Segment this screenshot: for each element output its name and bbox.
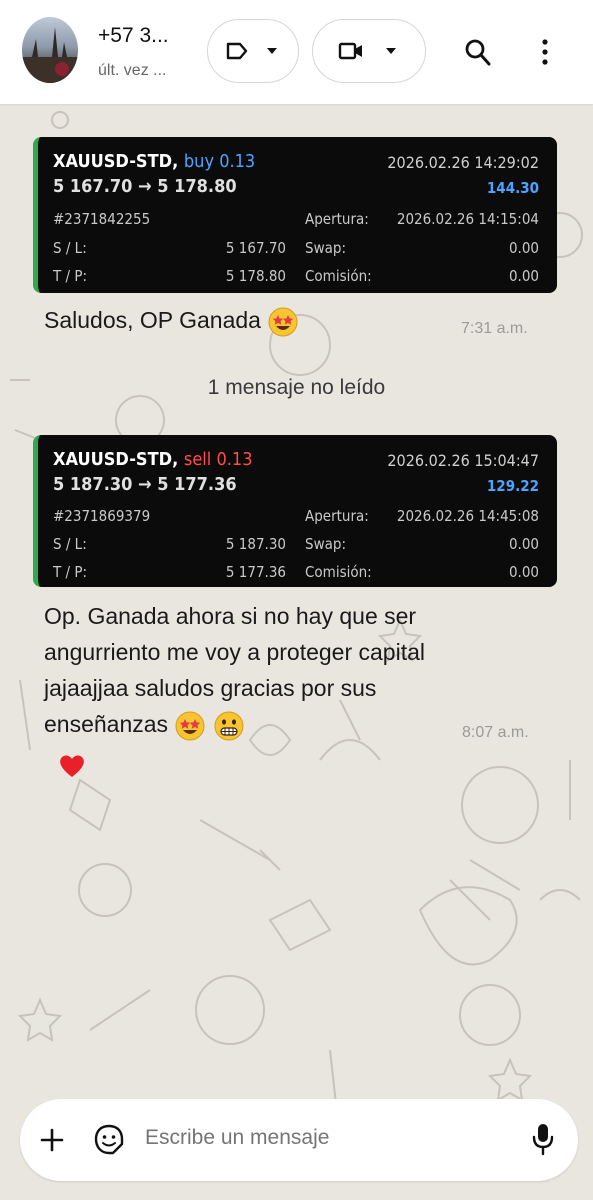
tp-label: T / P:	[53, 267, 88, 285]
trade-direction: sell 0.13	[183, 449, 253, 470]
unread-divider: 1 mensaje no leído	[207, 376, 386, 399]
star-struck-emoji	[175, 711, 205, 741]
sticker-icon[interactable]	[93, 1123, 125, 1157]
swap-value: 0.00	[508, 535, 539, 553]
symbol-text: XAUUSD-STD,	[53, 449, 179, 470]
contact-last-seen: últ. vez ...	[98, 62, 167, 79]
sl-label: S / L:	[53, 239, 87, 257]
chevron-down-icon	[267, 48, 277, 54]
label-icon	[226, 42, 248, 60]
message-line: Op. Ganada ahora si no hay que ser	[44, 603, 417, 629]
trade-screenshot-card[interactable]: XAUUSD-STD, sell 0.13 5 187.30 → 5 177.3…	[33, 435, 557, 587]
commission-label: Comisión:	[305, 563, 372, 581]
tp-value: 5 178.80	[225, 267, 286, 285]
red-heart-emoji[interactable]	[58, 753, 86, 779]
open-label: Apertura:	[305, 210, 369, 228]
trade-ticket: #2371842255	[53, 210, 151, 228]
open-time: 2026.02.26 14:15:04	[396, 210, 539, 228]
trade-symbol: XAUUSD-STD, sell 0.13	[53, 449, 253, 470]
trade-ticket: #2371869379	[53, 507, 151, 525]
open-label: Apertura:	[305, 507, 369, 525]
open-time: 2026.02.26 14:45:08	[396, 507, 539, 525]
trade-prices: 5 167.70 → 5 178.80	[53, 176, 237, 197]
video-camera-icon	[338, 42, 362, 60]
chat-header: +57 3... últ. vez ...	[0, 0, 593, 104]
swap-value: 0.00	[508, 239, 539, 257]
contact-avatar[interactable]	[22, 17, 78, 83]
trade-profit: 144.30	[486, 179, 539, 197]
plus-icon[interactable]	[40, 1128, 64, 1152]
trade-symbol: XAUUSD-STD, buy 0.13	[53, 151, 255, 172]
chevron-down-icon	[386, 48, 396, 54]
message-line: enseñanzas	[44, 706, 425, 742]
message-time: 8:07 a.m.	[462, 724, 529, 741]
trade-close-time: 2026.02.26 15:04:47	[387, 451, 539, 470]
sl-value: 5 187.30	[225, 535, 286, 553]
more-vertical-icon[interactable]	[540, 38, 550, 66]
trade-profit: 129.22	[486, 477, 539, 495]
search-icon[interactable]	[464, 38, 492, 68]
commission-label: Comisión:	[305, 267, 372, 285]
sl-value: 5 167.70	[225, 239, 286, 257]
commission-value: 0.00	[508, 563, 539, 581]
sl-label: S / L:	[53, 535, 87, 553]
video-call-button[interactable]	[312, 19, 426, 83]
message-text[interactable]: Op. Ganada ahora si no hay que ser angur…	[44, 598, 425, 742]
contact-name[interactable]: +57 3...	[98, 24, 169, 48]
message-time: 7:31 a.m.	[461, 320, 528, 337]
commission-value: 0.00	[508, 267, 539, 285]
symbol-text: XAUUSD-STD,	[53, 151, 179, 172]
message-line: angurriento me voy a proteger capital	[44, 639, 425, 665]
tp-label: T / P:	[53, 563, 88, 581]
trade-screenshot-card[interactable]: XAUUSD-STD, buy 0.13 5 167.70 → 5 178.80…	[33, 137, 557, 293]
trade-close-time: 2026.02.26 14:29:02	[387, 153, 539, 172]
message-line: jajaajjaa saludos gracias por sus	[44, 675, 377, 701]
grimacing-emoji	[214, 711, 244, 741]
swap-label: Swap:	[305, 535, 346, 553]
swap-label: Swap:	[305, 239, 346, 257]
microphone-icon[interactable]	[532, 1122, 554, 1156]
tp-value: 5 177.36	[225, 563, 286, 581]
star-struck-emoji	[268, 307, 298, 337]
trade-prices: 5 187.30 → 5 177.36	[53, 474, 237, 495]
message-input[interactable]	[145, 1126, 505, 1150]
message-text[interactable]: Saludos, OP Ganada	[44, 302, 299, 338]
trade-direction: buy 0.13	[183, 151, 256, 172]
label-button[interactable]	[207, 19, 299, 83]
